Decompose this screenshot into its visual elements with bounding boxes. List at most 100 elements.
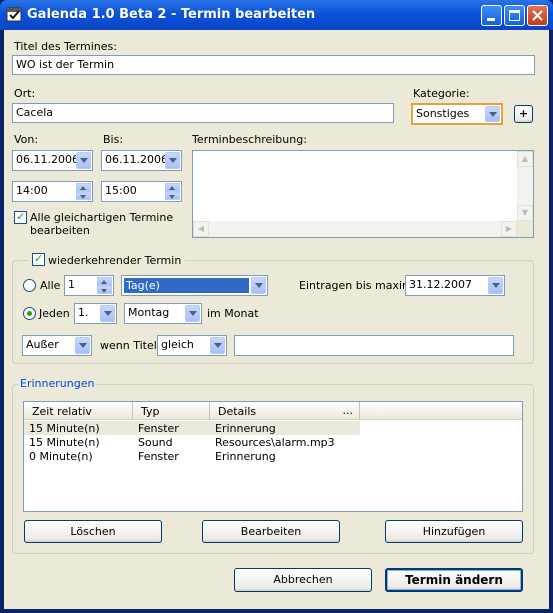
bis-date-value: 06.11.2006 bbox=[105, 153, 168, 166]
spin-up-icon[interactable] bbox=[165, 183, 180, 192]
table-row[interactable]: 0 Minute(n) Fenster Erinnerung bbox=[24, 449, 360, 463]
alle-gleichartigen-checkbox[interactable]: ✓ bbox=[14, 210, 27, 224]
titel-filter-input[interactable] bbox=[234, 335, 514, 356]
window-title: Galenda 1.0 Beta 2 - Termin bearbeiten bbox=[27, 7, 316, 22]
alle-gleichartigen-label: Alle gleichartigen Termine bearbeiten bbox=[30, 211, 173, 237]
column-details[interactable]: Details ... bbox=[210, 402, 360, 420]
scroll-corner bbox=[517, 221, 533, 237]
spin-down-icon[interactable] bbox=[165, 191, 180, 200]
dialog-window: Galenda 1.0 Beta 2 - Termin bearbeiten T… bbox=[0, 0, 553, 613]
chevron-down-icon[interactable] bbox=[251, 277, 266, 294]
row-details: Resources\alarm.mp3 bbox=[215, 436, 335, 449]
table-row[interactable]: 15 Minute(n) Fenster Erinnerung bbox=[24, 421, 360, 435]
close-icon bbox=[532, 10, 543, 21]
bis-time-stepper[interactable]: 15:00 bbox=[101, 181, 182, 202]
von-date-value: 06.11.2006 bbox=[16, 153, 79, 166]
von-time-spinner[interactable] bbox=[76, 183, 91, 200]
horizontal-scrollbar[interactable]: ◀ ▶ bbox=[193, 221, 517, 237]
alle-unit-value: Tag(e) bbox=[124, 278, 249, 293]
bearbeiten-button[interactable]: Bearbeiten bbox=[202, 520, 340, 543]
chevron-down-icon[interactable] bbox=[75, 337, 90, 354]
spin-down-icon[interactable] bbox=[76, 191, 91, 200]
von-time-stepper[interactable]: 14:00 bbox=[12, 181, 93, 202]
row-typ: Sound bbox=[138, 436, 173, 449]
abbrechen-button[interactable]: Abbrechen bbox=[234, 568, 372, 592]
titel-operator-select[interactable]: gleich bbox=[157, 335, 227, 356]
spin-down-icon[interactable] bbox=[97, 285, 112, 294]
alle-count-stepper[interactable]: 1 bbox=[64, 275, 114, 296]
radio-dot-icon bbox=[27, 311, 32, 316]
kategorie-select[interactable]: Sonstiges bbox=[411, 103, 503, 125]
chevron-down-icon[interactable] bbox=[185, 305, 200, 322]
close-button[interactable] bbox=[527, 5, 548, 26]
hinzufuegen-button[interactable]: Hinzufügen bbox=[385, 520, 523, 543]
von-label: Von: bbox=[14, 133, 39, 146]
row-typ: Fenster bbox=[138, 422, 179, 435]
jeden-weekday-select[interactable]: Montag bbox=[124, 303, 202, 324]
wiederkehrend-header: ✓ wiederkehrender Termin bbox=[28, 252, 186, 267]
column-more-label: ... bbox=[342, 404, 354, 417]
jeden-radio[interactable] bbox=[23, 307, 36, 320]
row-zeit: 15 Minute(n) bbox=[29, 422, 100, 435]
alle-unit-select[interactable]: Tag(e) bbox=[121, 275, 268, 296]
eintragen-date-value: 31.12.2007 bbox=[409, 278, 472, 291]
row-typ: Fenster bbox=[138, 450, 179, 463]
app-icon bbox=[6, 7, 22, 22]
maximize-button[interactable] bbox=[504, 5, 525, 26]
loeschen-button[interactable]: Löschen bbox=[24, 520, 162, 543]
scroll-left-icon[interactable]: ◀ bbox=[193, 221, 209, 237]
wenn-titel-label: wenn Titel bbox=[100, 339, 157, 352]
alle-count-value: 1 bbox=[68, 278, 75, 291]
minimize-button[interactable] bbox=[481, 5, 502, 26]
maximize-icon bbox=[509, 10, 520, 21]
table-row[interactable]: 15 Minute(n) Sound Resources\alarm.mp3 bbox=[24, 435, 360, 449]
termin-aendern-button[interactable]: Termin ändern bbox=[385, 568, 523, 592]
spin-up-icon[interactable] bbox=[97, 277, 112, 286]
row-zeit: 15 Minute(n) bbox=[29, 436, 100, 449]
jeden-ordinal-select[interactable]: 1. bbox=[74, 303, 117, 324]
column-typ[interactable]: Typ bbox=[133, 402, 210, 420]
von-time-value: 14:00 bbox=[16, 184, 48, 197]
checkmark-icon: ✓ bbox=[16, 210, 26, 223]
row-zeit: 0 Minute(n) bbox=[29, 450, 93, 463]
ort-input[interactable]: Cacela bbox=[12, 103, 394, 123]
chevron-down-icon[interactable] bbox=[100, 305, 115, 322]
chevron-down-icon[interactable] bbox=[488, 277, 503, 294]
eintragen-date-picker[interactable]: 31.12.2007 bbox=[405, 275, 505, 296]
scroll-right-icon[interactable]: ▶ bbox=[501, 221, 517, 237]
add-kategorie-button[interactable]: + bbox=[514, 105, 533, 123]
ausser-value: Außer bbox=[26, 338, 59, 351]
alle-radio[interactable] bbox=[23, 279, 36, 292]
bis-time-value: 15:00 bbox=[105, 184, 137, 197]
scroll-up-icon[interactable]: ▲ bbox=[517, 151, 533, 167]
kategorie-label: Kategorie: bbox=[413, 87, 470, 100]
column-filler bbox=[360, 402, 522, 420]
titel-input[interactable]: WO ist der Termin bbox=[12, 55, 535, 75]
wiederkehrend-label: wiederkehrender Termin bbox=[48, 254, 182, 267]
chevron-down-icon[interactable] bbox=[76, 152, 91, 169]
scroll-down-icon[interactable]: ▼ bbox=[517, 205, 533, 221]
minimize-icon bbox=[487, 18, 495, 21]
bis-time-spinner[interactable] bbox=[165, 183, 180, 200]
beschreibung-textarea[interactable]: ▲ ▼ ◀ ▶ bbox=[192, 150, 534, 238]
erinnerungen-list[interactable]: Zeit relativ Typ Details ... 15 Minute(n… bbox=[23, 401, 523, 512]
title-bar[interactable]: Galenda 1.0 Beta 2 - Termin bearbeiten bbox=[0, 0, 553, 30]
jeden-weekday-value: Montag bbox=[128, 306, 170, 319]
wiederkehrend-checkbox[interactable]: ✓ bbox=[32, 252, 45, 266]
chevron-down-icon[interactable] bbox=[210, 337, 225, 354]
spin-up-icon[interactable] bbox=[76, 183, 91, 192]
row-details: Erinnerung bbox=[215, 422, 276, 435]
alle-gleichartigen-line2: bearbeiten bbox=[30, 224, 90, 237]
ausser-select[interactable]: Außer bbox=[22, 335, 92, 356]
chevron-down-icon[interactable] bbox=[165, 152, 180, 169]
column-zeit-relativ[interactable]: Zeit relativ bbox=[24, 402, 133, 420]
bis-label: Bis: bbox=[103, 133, 124, 146]
dialog-client: Titel des Termines: WO ist der Termin Or… bbox=[4, 30, 549, 609]
chevron-down-icon[interactable] bbox=[485, 106, 500, 122]
bis-date-picker[interactable]: 06.11.2006 bbox=[101, 150, 182, 171]
alle-count-spinner[interactable] bbox=[97, 277, 112, 294]
von-date-picker[interactable]: 06.11.2006 bbox=[12, 150, 93, 171]
jeden-ordinal-value: 1. bbox=[78, 306, 89, 319]
row-details: Erinnerung bbox=[215, 450, 276, 463]
vertical-scrollbar[interactable]: ▲ ▼ bbox=[517, 151, 533, 221]
